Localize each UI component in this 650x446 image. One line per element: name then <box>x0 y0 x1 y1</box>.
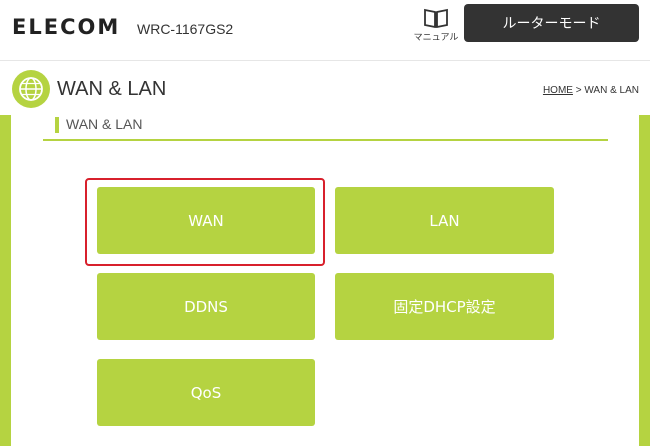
ddns-button[interactable]: DDNS <box>97 273 315 340</box>
manual-button[interactable]: マニュアル <box>412 8 460 46</box>
page-title: WAN & LAN <box>57 78 167 100</box>
frame-right-border <box>639 115 650 446</box>
breadcrumb-current: WAN & LAN <box>584 85 639 96</box>
breadcrumb-home-link[interactable]: HOME <box>543 85 573 96</box>
section-marker <box>55 117 59 133</box>
title-bar: WAN & LAN HOME > WAN & LAN <box>0 60 650 116</box>
section-title: WAN & LAN <box>66 116 143 132</box>
manual-label: マニュアル <box>413 33 459 43</box>
book-icon <box>424 8 448 28</box>
elecom-logo: ELECOM <box>12 15 121 39</box>
lan-button[interactable]: LAN <box>335 187 554 254</box>
router-mode-button[interactable]: ルーターモード <box>464 4 639 42</box>
frame-left-border <box>0 115 11 446</box>
section-header: WAN & LAN <box>43 115 608 141</box>
static-dhcp-button[interactable]: 固定DHCP設定 <box>335 273 554 340</box>
wan-button[interactable]: WAN <box>97 187 315 254</box>
model-name: WRC-1167GS2 <box>137 21 234 37</box>
qos-button[interactable]: QoS <box>97 359 315 426</box>
breadcrumb: HOME > WAN & LAN <box>543 85 639 96</box>
globe-icon <box>12 70 50 108</box>
breadcrumb-separator: > <box>572 85 585 96</box>
